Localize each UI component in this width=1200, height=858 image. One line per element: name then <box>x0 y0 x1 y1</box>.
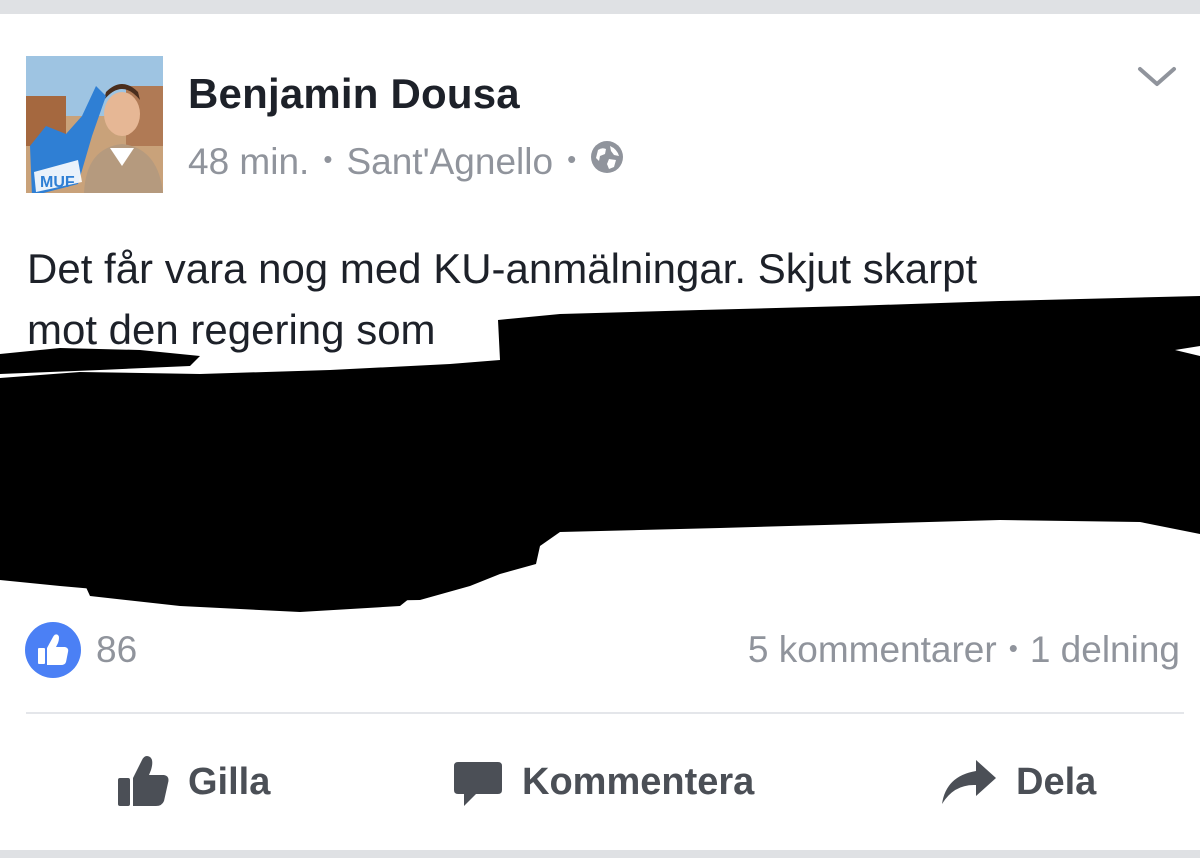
meta-separator: • <box>323 144 333 174</box>
stats-separator: • <box>1008 632 1018 663</box>
engagement-stats: 5 kommentarer • 1 delning <box>748 629 1180 671</box>
comment-button[interactable]: Kommentera <box>452 747 754 817</box>
post-text-line: Det får vara nog med KU-anmälningar. Skj… <box>27 245 978 292</box>
chevron-down-icon[interactable] <box>1136 64 1178 90</box>
meta-separator: • <box>567 144 577 174</box>
like-reaction-icon[interactable] <box>25 622 81 678</box>
globe-icon <box>590 140 624 183</box>
thumbs-up-icon <box>38 634 69 665</box>
post-card: MUF Benjamin Dousa 48 min. • Sant'Agnell… <box>0 14 1200 850</box>
share-button[interactable]: Dela <box>940 747 1096 817</box>
author-name[interactable]: Benjamin Dousa <box>188 70 520 118</box>
like-button[interactable]: Gilla <box>114 747 270 817</box>
post-text: Det får vara nog med KU-anmälningar. Skj… <box>27 238 1167 360</box>
comment-bubble-icon <box>454 762 502 806</box>
post-text-line: mot den regering som <box>27 306 436 353</box>
author-avatar[interactable]: MUF <box>26 56 163 193</box>
comment-button-label: Kommentera <box>522 760 755 803</box>
post-location[interactable]: Sant'Agnello <box>346 141 553 183</box>
post-time[interactable]: 48 min. <box>188 141 309 183</box>
share-button-label: Dela <box>1016 760 1097 803</box>
comment-count[interactable]: 5 kommentarer <box>748 629 997 671</box>
post-meta: 48 min. • Sant'Agnello • <box>188 140 624 183</box>
svg-text:MUF: MUF <box>40 174 75 191</box>
avatar-image: MUF <box>26 56 163 193</box>
like-count[interactable]: 86 <box>96 629 137 671</box>
like-button-label: Gilla <box>188 760 271 803</box>
share-count[interactable]: 1 delning <box>1030 629 1180 671</box>
thumbs-up-icon <box>118 756 169 806</box>
divider <box>26 712 1184 714</box>
share-arrow-icon <box>942 760 996 804</box>
